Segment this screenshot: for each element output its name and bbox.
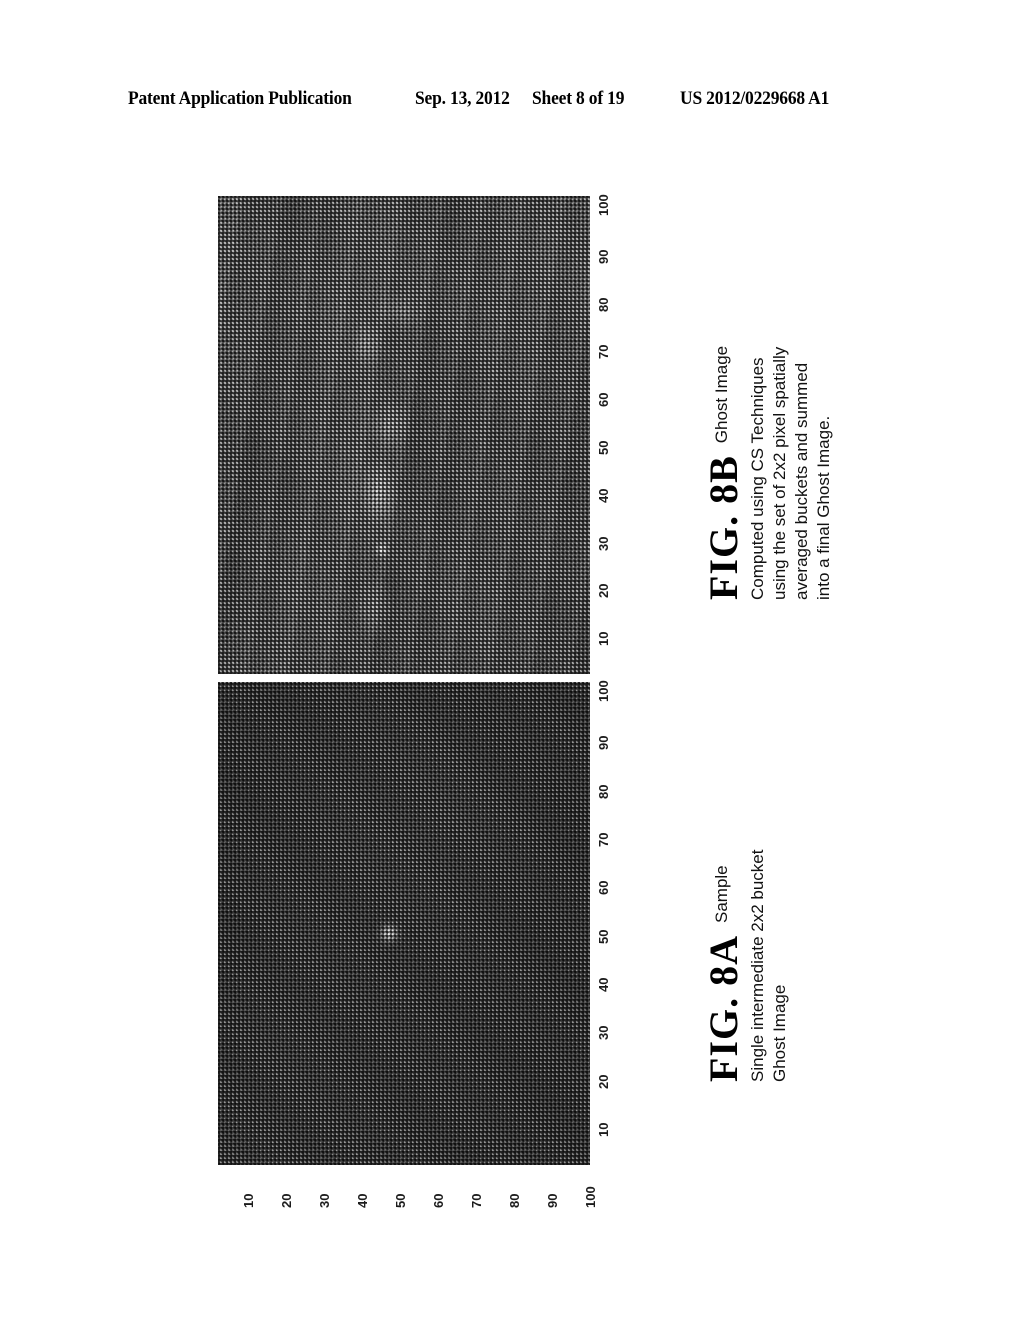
axis-tick-label: 30	[317, 1193, 332, 1208]
axis-tick-label: 100	[596, 680, 611, 703]
axis-tick-label: 20	[596, 1074, 611, 1089]
axis-tick-label: 90	[596, 735, 611, 751]
axis-tick-label: 80	[507, 1193, 522, 1208]
figure-caption-line: into a final Ghost Image.	[814, 415, 833, 600]
axis-tick-label: 50	[393, 1193, 408, 1208]
axis-tick-label: 30	[596, 1025, 611, 1041]
figure-plate: 100 90 80 70 60 50 40 30 20 10 100 90 80 70 60 50 40 30 2…	[0, 0, 1024, 1320]
figure-caption-line: Computed using CS Techniques	[748, 357, 767, 600]
figure-title-row: FIG. 8B Ghost Image	[700, 346, 747, 600]
figure-caption-line: Ghost Image	[770, 984, 789, 1082]
axis-tick-label: 10	[596, 1122, 611, 1137]
figure-caption-line: Single intermediate 2x2 bucket	[748, 849, 767, 1082]
axis-tick-label: 20	[279, 1193, 294, 1208]
fig-8a-halftone-screen-b	[218, 682, 590, 1165]
axis-tick-label: 70	[596, 832, 611, 848]
figure-label: FIG. 8B	[701, 455, 746, 600]
axis-tick-label: 40	[355, 1193, 370, 1208]
axis-tick-label: 70	[469, 1193, 484, 1208]
axis-tick-label: 50	[596, 440, 611, 455]
axis-tick-label: 60	[431, 1193, 446, 1208]
axis-tick-label: 80	[596, 297, 611, 312]
figure-title-row: FIG. 8A Sample	[700, 865, 747, 1082]
axis-tick-label: 80	[596, 784, 611, 799]
axis-tick-label: 40	[596, 488, 611, 503]
axis-tick-label: 90	[545, 1193, 560, 1208]
axis-tick-label: 70	[596, 344, 611, 360]
axis-tick-label: 40	[596, 977, 611, 992]
axis-tick-label: 20	[596, 583, 611, 599]
fig-8a-vertical-axis: 100 90 80 70 60 50 40 30 20 10	[596, 680, 622, 1165]
axis-tick-label: 90	[596, 249, 611, 264]
fig-8b-vertical-axis: 100 90 80 70 60 50 40 30 20 10	[596, 194, 622, 674]
figure-lead-text: Ghost Image	[712, 345, 731, 444]
figure-label: FIG. 8A	[701, 935, 746, 1082]
axis-tick-label: 100	[596, 194, 611, 216]
axis-tick-label: 50	[596, 929, 611, 944]
fig-8b-halftone-screen-b	[218, 196, 590, 674]
figure-caption-line: using the set of 2x2 pixel spatially	[770, 346, 789, 600]
figure-caption-line: averaged buckets and summed	[792, 362, 811, 600]
figure-lead-text: Sample	[712, 865, 731, 923]
axis-tick-label: 60	[596, 880, 611, 896]
axis-tick-label: 30	[596, 536, 611, 551]
axis-tick-label: 100	[583, 1186, 598, 1208]
axis-tick-label: 10	[241, 1193, 256, 1208]
axis-tick-label: 60	[596, 392, 611, 408]
fig-8a-horizontal-axis: 10 20 30 40 50 60 70 80 90 100	[218, 1172, 598, 1216]
axis-tick-label: 10	[596, 631, 611, 647]
fig-8b-image-panel	[218, 196, 590, 674]
fig-8a-image-panel	[218, 682, 590, 1165]
